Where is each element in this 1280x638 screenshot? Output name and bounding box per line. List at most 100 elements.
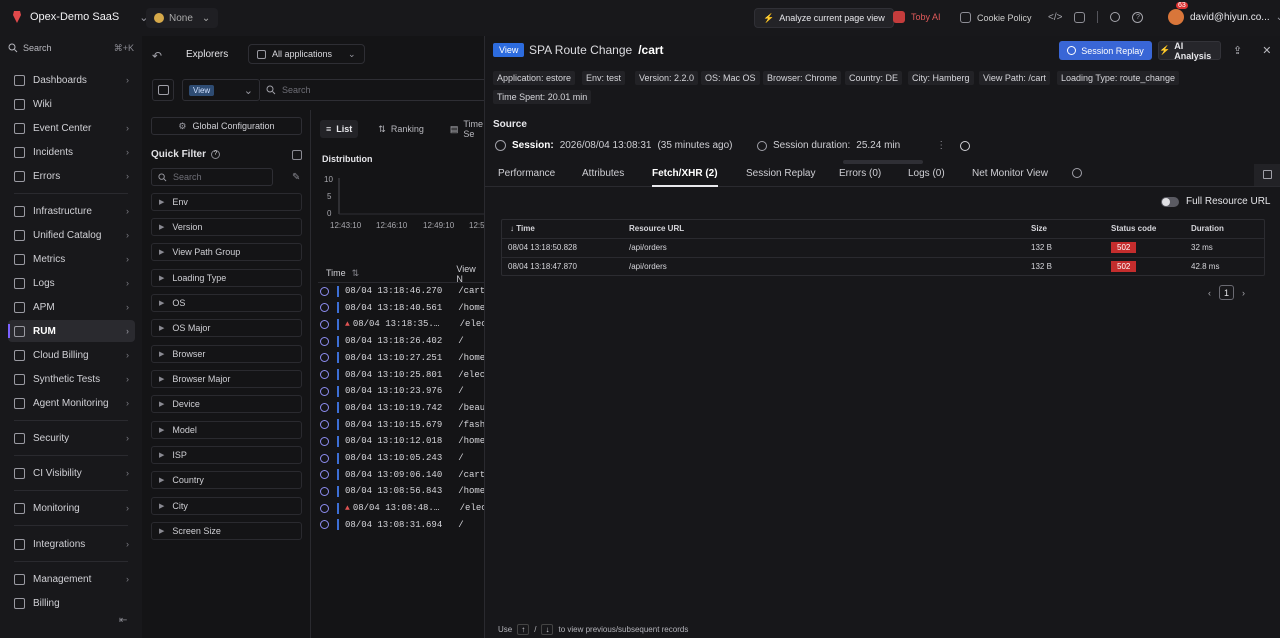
attribute-tag[interactable]: Loading Type: route_change [1057,71,1179,85]
sidebar-item-integrations[interactable]: Integrations › [8,533,135,555]
toggle-switch[interactable] [1161,196,1179,207]
table-row[interactable]: 08/04 13:10:15.679/fash [320,417,484,433]
facet-os[interactable]: ▶ OS [151,294,302,312]
play-icon[interactable] [320,520,329,530]
play-icon[interactable] [320,403,329,413]
facet-browser-major[interactable]: ▶ Browser Major [151,370,302,388]
table-row[interactable]: 08/04 13:18:47.870 /api/orders 132 B 502… [502,257,1264,275]
full-resource-url-toggle[interactable]: Full Resource URL [1161,196,1270,207]
table-row[interactable]: 08/04 13:18:26.402 / [320,333,484,349]
tab-performance[interactable]: Performance [498,168,555,179]
code-icon[interactable]: </> [1048,12,1062,23]
sidebar-item-monitoring[interactable]: Monitoring › [8,497,135,519]
table-row[interactable]: 08/04 13:10:27.251/home [320,350,484,366]
filter-layout-icon[interactable] [292,150,302,160]
table-row[interactable]: ▲ 08/04 13:08:48.… /elec [320,500,484,516]
play-icon[interactable] [320,336,329,346]
tab-net-monitor-view[interactable]: Net Monitor View [972,168,1048,179]
play-icon[interactable] [320,503,329,513]
facet-device[interactable]: ▶ Device [151,395,302,413]
play-icon[interactable] [320,486,329,496]
play-icon[interactable] [320,286,329,296]
attribute-tag[interactable]: Version: 2.2.0 [635,71,699,85]
attribute-tag[interactable]: City: Hamberg [908,71,974,85]
sidebar-item-dashboards[interactable]: Dashboards › [8,69,135,91]
facet-os-major[interactable]: ▶ OS Major [151,319,302,337]
application-selector[interactable]: All applications ⌄ [248,44,365,64]
sidebar-item-security[interactable]: Security › [8,427,135,449]
sidebar-item-errors[interactable]: Errors › [8,165,135,187]
table-row[interactable]: 08/04 13:10:23.976 / [320,383,484,399]
play-icon[interactable] [320,386,329,396]
play-circle-icon[interactable] [960,140,971,151]
global-configuration-button[interactable]: ⚙ Global Configuration [151,117,302,135]
sidebar-item-event-center[interactable]: Event Center › [8,117,135,139]
sidebar-item-infrastructure[interactable]: Infrastructure › [8,200,135,222]
user-icon[interactable] [1110,12,1121,22]
sidebar-item-billing[interactable]: Billing [8,592,135,614]
facet-city[interactable]: ▶ City [151,497,302,515]
sidebar-item-agent-monitoring[interactable]: Agent Monitoring › [8,392,135,414]
sidebar-item-ci-visibility[interactable]: CI Visibility › [8,462,135,484]
sidebar-item-rum[interactable]: RUM › [8,320,135,342]
help-icon[interactable]: ? [211,150,221,159]
play-icon[interactable] [320,319,329,329]
attribute-tag[interactable]: View Path: /cart [979,71,1050,85]
chevron-left-icon[interactable]: ‹ [1208,288,1211,298]
facet-view-path-group[interactable]: ▶ View Path Group [151,243,302,261]
help-icon[interactable]: ? [1132,11,1144,23]
filter-search-input[interactable]: Search [151,168,273,186]
org-switcher[interactable]: Opex-Demo SaaS ⌄ [10,10,148,24]
toggle-filter-panel-button[interactable] [152,79,174,101]
table-row[interactable]: 08/04 13:18:40.561/home [320,300,484,316]
share-icon[interactable]: ⇪ [1233,44,1242,57]
play-icon[interactable] [320,420,329,430]
edit-icon[interactable]: ✎ [292,172,300,183]
env-selector[interactable]: None ⌄ [146,8,219,28]
view-column-header[interactable]: View N [456,264,484,284]
facet-env[interactable]: ▶ Env [151,193,302,211]
play-icon[interactable] [320,453,329,463]
tab-fetch-xhr[interactable]: Fetch/XHR (2) [652,168,718,187]
table-row[interactable]: 08/04 13:10:05.243 / [320,450,484,466]
back-icon[interactable]: ↶ [152,49,162,63]
close-icon[interactable]: ✕ [1262,44,1271,57]
attribute-tag[interactable]: OS: Mac OS [701,71,760,85]
tab-session-replay[interactable]: Session Replay [746,168,815,179]
table-row[interactable]: 08/04 13:18:46.270/cart [320,283,484,299]
account-menu[interactable]: 63 david@hiyun.co... ⌄ [1168,2,1280,25]
session-start-time[interactable]: 2026/08/04 13:08:31 [560,140,652,151]
sidebar-item-apm[interactable]: APM › [8,296,135,318]
sidebar-item-cloud-billing[interactable]: Cloud Billing › [8,344,135,366]
sidebar-item-management[interactable]: Management › [8,568,135,590]
table-row[interactable]: 08/04 13:18:50.828 /api/orders 132 B 502… [502,238,1264,256]
query-search-input[interactable]: Search [260,79,490,101]
cookie-policy-link[interactable]: Cookie Policy [960,12,1032,23]
collapse-tabs-button[interactable] [1254,164,1280,186]
table-row[interactable]: 08/04 13:09:06.140/cart [320,467,484,483]
facet-isp[interactable]: ▶ ISP [151,446,302,464]
clock-icon[interactable] [1072,168,1082,178]
tab-list[interactable]: ≡ List [320,120,359,138]
attribute-tag[interactable]: Env: test [582,71,626,85]
facet-screen-size[interactable]: ▶ Screen Size [151,522,302,540]
chevron-right-icon[interactable]: › [1242,288,1245,298]
terminal-icon[interactable] [1074,11,1086,23]
page-number[interactable]: 1 [1219,285,1234,300]
facet-loading-type[interactable]: ▶ Loading Type [151,269,302,287]
table-row[interactable]: 08/04 13:08:31.694 / [320,517,484,533]
attribute-tag[interactable]: Application: estore [493,71,576,85]
time-column-header[interactable]: ↓ Time [510,224,535,233]
attribute-tag[interactable]: Browser: Chrome [763,71,842,85]
more-vertical-icon[interactable]: ⋮ [936,140,946,151]
table-row[interactable]: 08/04 13:08:56.843/home [320,483,484,499]
play-icon[interactable] [320,470,329,480]
facet-version[interactable]: ▶ Version [151,218,302,236]
ai-analysis-button[interactable]: ⚡ AI Analysis [1158,41,1221,61]
table-row[interactable]: 08/04 13:10:19.742/beau [320,400,484,416]
table-row[interactable]: ▲ 08/04 13:18:35.… /elec [320,316,484,332]
session-replay-button[interactable]: Session Replay [1059,41,1152,60]
sidebar-item-metrics[interactable]: Metrics › [8,248,135,270]
data-type-selector[interactable]: View ⌄ [182,79,260,101]
tab-attributes[interactable]: Attributes [582,168,624,179]
